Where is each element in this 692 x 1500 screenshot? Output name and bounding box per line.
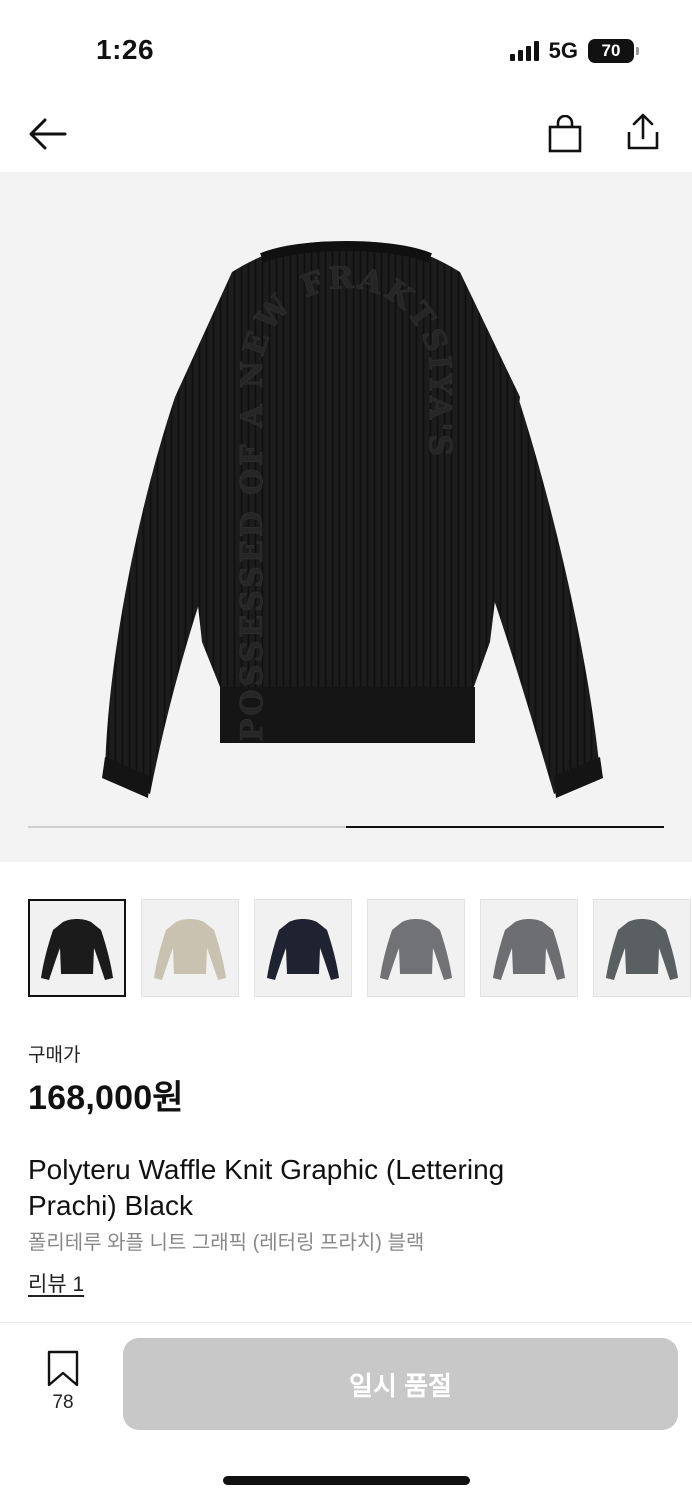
signal-icon <box>509 41 539 61</box>
thumbnail-image <box>606 919 678 980</box>
carousel-progress-track <box>28 826 664 828</box>
thumbnail-image <box>41 919 113 980</box>
network-label: 5G <box>548 38 578 63</box>
home-indicator[interactable] <box>223 1476 470 1485</box>
bookmark-button[interactable]: 78 <box>38 1350 88 1414</box>
shopping-bag-icon <box>548 115 582 153</box>
thumbnail-navy[interactable] <box>254 899 352 997</box>
thumbnail-charcoal[interactable] <box>593 899 691 997</box>
status-bar: 1:26 5G 70 <box>0 0 692 100</box>
battery-icon: 70 <box>588 39 639 63</box>
product-image-carousel[interactable]: POSSESSED OF A NEW FRAKTSIYA'S <box>0 172 692 862</box>
thumbnail-image <box>154 919 226 980</box>
thumbnail-strip <box>28 899 691 997</box>
status-time: 1:26 <box>96 34 155 65</box>
product-image: POSSESSED OF A NEW FRAKTSIYA'S <box>102 241 603 798</box>
back-button[interactable] <box>26 112 70 156</box>
thumbnail-grey-print[interactable] <box>480 899 578 997</box>
thumbnail-image <box>267 919 339 980</box>
product-title-ko: 폴리테루 와플 니트 그래픽 (레터링 프라치) 블랙 <box>28 1232 425 1254</box>
price-label: 구매가 <box>28 1045 81 1066</box>
thumbnail-image <box>493 919 565 980</box>
status-indicators: 5G 70 <box>509 38 639 64</box>
thumbnail-black[interactable] <box>28 899 126 997</box>
bottom-divider <box>0 1322 692 1323</box>
bookmark-icon <box>47 1350 79 1387</box>
carousel-progress-fill <box>346 826 664 828</box>
soldout-button[interactable]: 일시 품절 <box>123 1338 678 1430</box>
product-title-en: Polyteru Waffle Knit Graphic (Lettering … <box>28 1154 505 1221</box>
shopping-bag-button[interactable] <box>543 112 587 156</box>
thumbnail-beige[interactable] <box>141 899 239 997</box>
top-navigation <box>0 100 692 172</box>
share-button[interactable] <box>621 110 665 154</box>
arrow-left-icon <box>29 118 67 150</box>
review-link[interactable]: 리뷰 1 <box>28 1268 84 1298</box>
thumbnail-grey[interactable] <box>367 899 465 997</box>
share-upload-icon <box>627 113 659 150</box>
thumbnail-image <box>380 919 452 980</box>
battery-level: 70 <box>601 41 621 60</box>
bookmark-count: 78 <box>52 1392 74 1413</box>
price: 168,000원 <box>28 1079 184 1117</box>
